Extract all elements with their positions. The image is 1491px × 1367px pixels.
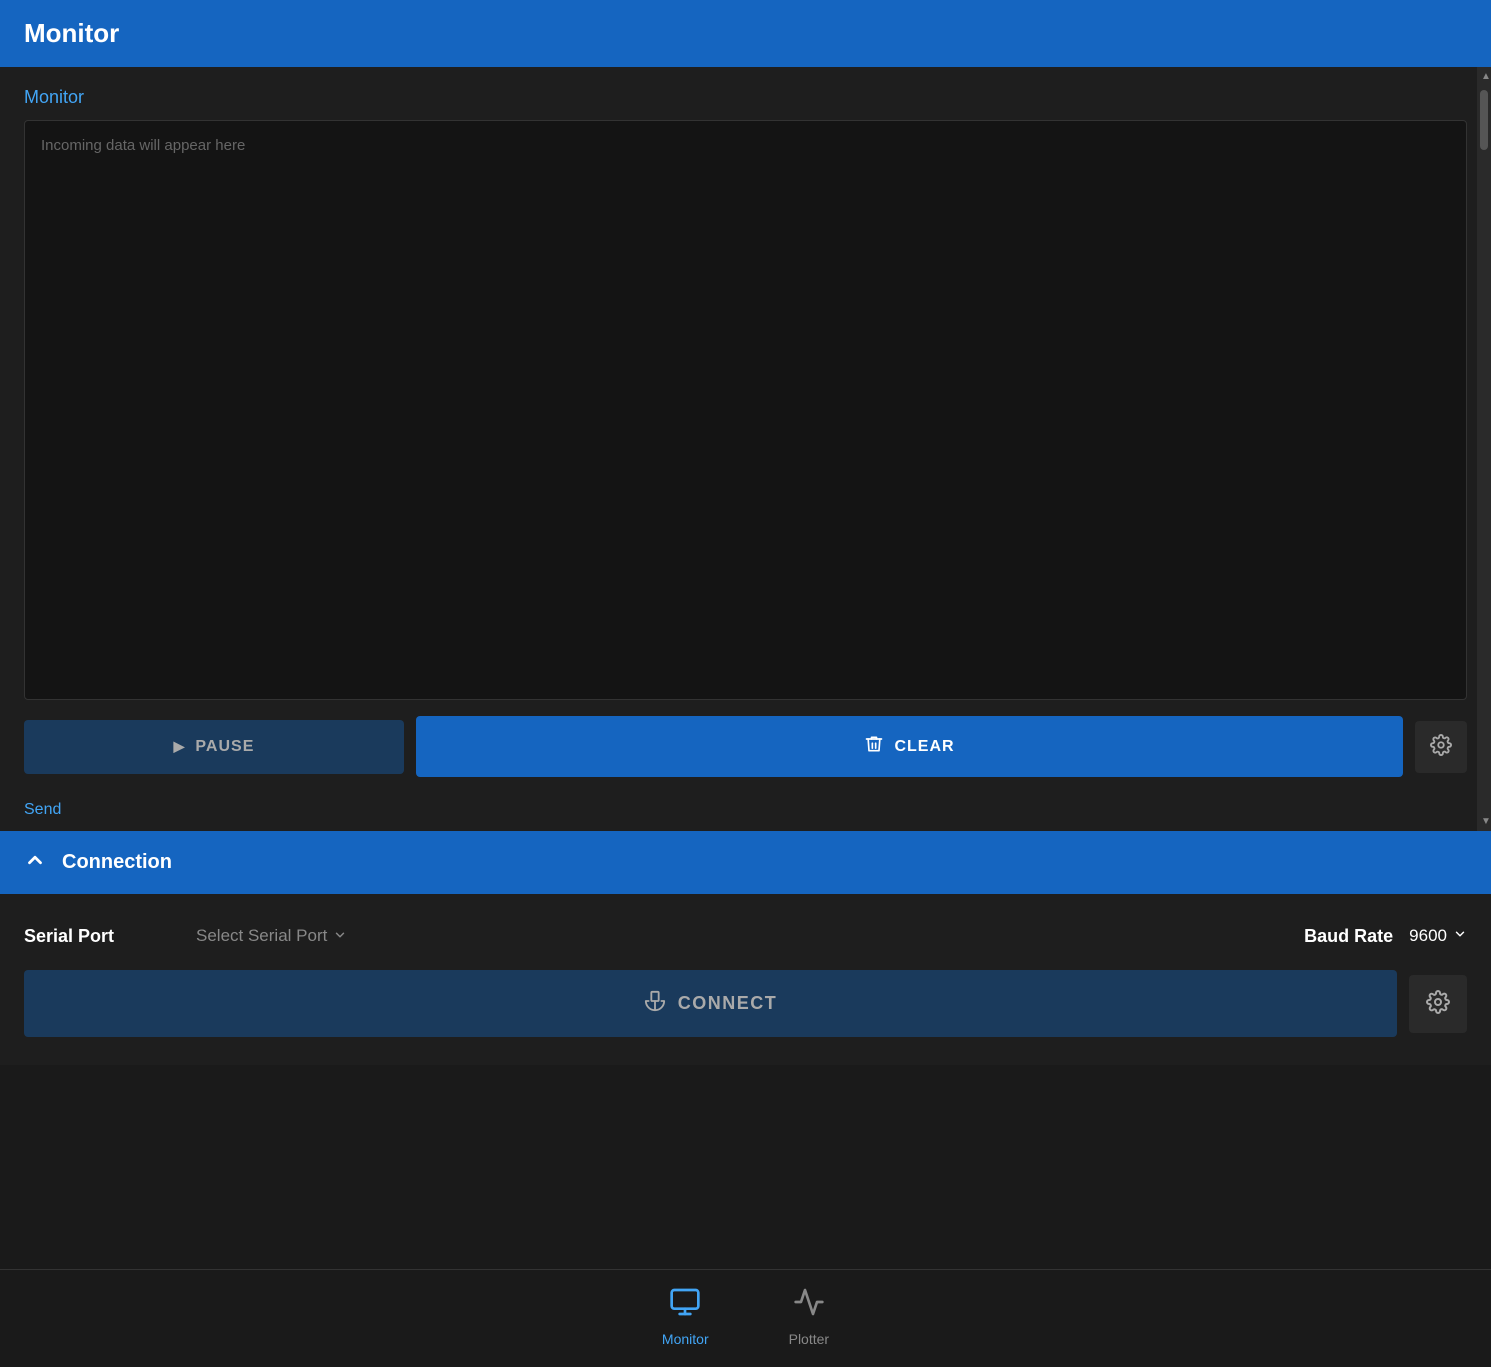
monitor-nav-icon: [669, 1286, 701, 1325]
connection-header[interactable]: Connection: [0, 831, 1491, 894]
chevron-up-icon: [24, 849, 46, 876]
scroll-thumb[interactable]: [1480, 90, 1488, 150]
bottom-nav: Monitor Plotter: [0, 1269, 1491, 1367]
data-display-area: Incoming data will appear here: [24, 120, 1467, 700]
baud-rate-arrow-icon: [1453, 926, 1467, 946]
gear-icon: [1430, 734, 1452, 759]
baud-rate-section: Baud Rate 9600: [379, 926, 1467, 947]
nav-item-plotter[interactable]: Plotter: [789, 1286, 829, 1347]
pause-button[interactable]: ▶ PAUSE: [24, 720, 404, 774]
monitor-section-label: Monitor: [24, 87, 1467, 108]
serial-port-dropdown[interactable]: Select Serial Port: [188, 922, 355, 950]
serial-port-value: Select Serial Port: [196, 926, 327, 946]
connection-gear-icon: [1426, 990, 1450, 1017]
monitor-section: Monitor Incoming data will appear here: [0, 67, 1491, 700]
bottom-spacer: [0, 1065, 1491, 1165]
plotter-nav-icon: [793, 1286, 825, 1325]
trash-icon: [864, 734, 884, 759]
connection-settings-button[interactable]: [1409, 975, 1467, 1033]
app-title: Monitor: [24, 18, 119, 49]
plotter-nav-label: Plotter: [789, 1331, 829, 1347]
baud-rate-dropdown[interactable]: 9600: [1409, 926, 1467, 946]
serial-port-arrow-icon: [333, 928, 347, 945]
monitor-settings-button[interactable]: [1415, 721, 1467, 773]
connect-plug-icon: [644, 990, 666, 1017]
scroll-down-arrow[interactable]: ▼: [1477, 812, 1491, 831]
connection-section-title: Connection: [62, 851, 172, 874]
top-header: Monitor: [0, 0, 1491, 67]
data-display-placeholder: Incoming data will appear here: [41, 137, 245, 154]
button-row: ▶ PAUSE CLEAR: [0, 700, 1491, 793]
nav-item-monitor[interactable]: Monitor: [662, 1286, 709, 1347]
scrollbar-track[interactable]: ▲ ▼: [1477, 67, 1491, 831]
connect-row: CONNECT: [24, 970, 1467, 1037]
connect-button[interactable]: CONNECT: [24, 970, 1397, 1037]
pause-label: PAUSE: [195, 738, 254, 756]
scroll-up-arrow[interactable]: ▲: [1477, 67, 1491, 86]
send-section: Send: [0, 793, 1491, 831]
clear-button[interactable]: CLEAR: [416, 716, 1403, 777]
baud-rate-label: Baud Rate: [1304, 926, 1393, 947]
pause-icon: ▶: [174, 738, 186, 755]
monitor-nav-label: Monitor: [662, 1331, 709, 1347]
connection-content: Serial Port Select Serial Port Baud Rate…: [0, 894, 1491, 1065]
clear-label: CLEAR: [894, 738, 954, 756]
connection-fields-row: Serial Port Select Serial Port Baud Rate…: [24, 922, 1467, 950]
main-scrollable-area: ▲ ▼ Monitor Incoming data will appear he…: [0, 67, 1491, 831]
serial-port-label: Serial Port: [24, 926, 164, 947]
send-label: Send: [24, 801, 61, 818]
connect-label: CONNECT: [678, 993, 778, 1014]
baud-rate-value: 9600: [1409, 926, 1447, 946]
